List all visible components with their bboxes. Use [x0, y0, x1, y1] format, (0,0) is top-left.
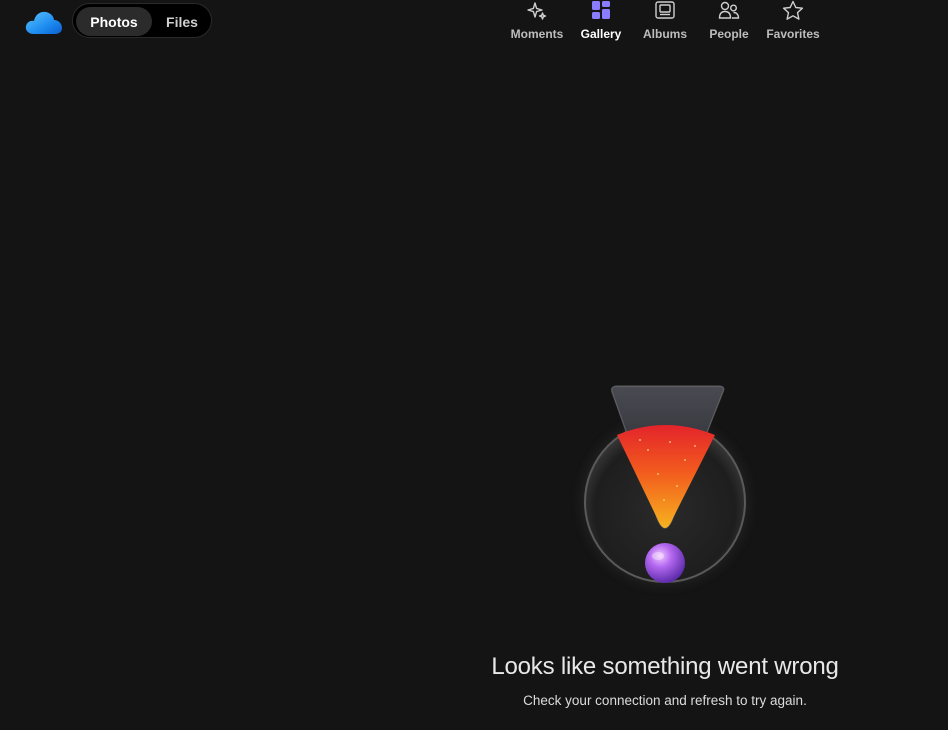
photos-toggle-button[interactable]: Photos [76, 7, 152, 36]
tab-gallery[interactable]: Gallery [569, 0, 633, 48]
tab-people[interactable]: People [697, 0, 761, 48]
gallery-grid-icon [592, 1, 610, 19]
error-message: Check your connection and refresh to try… [523, 693, 807, 708]
view-switcher: Photos Files [72, 3, 212, 38]
tab-albums[interactable]: Albums [633, 0, 697, 48]
people-icon [718, 1, 740, 19]
top-nav: Moments Gallery Albums People Favorites [505, 0, 825, 48]
error-exclamation-illustration [583, 385, 747, 584]
files-toggle-button[interactable]: Files [155, 7, 209, 36]
onedrive-cloud-icon[interactable] [25, 9, 63, 35]
tab-moments[interactable]: Moments [505, 0, 569, 48]
tab-albums-label: Albums [642, 27, 687, 41]
app-page: Photos Files Moments Gallery Albums Peop… [0, 0, 948, 730]
sparkle-icon [527, 2, 547, 20]
tab-people-label: People [709, 27, 749, 41]
album-icon [655, 1, 675, 19]
error-title: Looks like something went wrong [491, 653, 839, 680]
tab-gallery-label: Gallery [580, 27, 622, 41]
tab-favorites-label: Favorites [766, 27, 820, 41]
star-icon [782, 0, 804, 20]
tab-moments-label: Moments [510, 27, 564, 41]
tab-favorites[interactable]: Favorites [761, 0, 825, 48]
